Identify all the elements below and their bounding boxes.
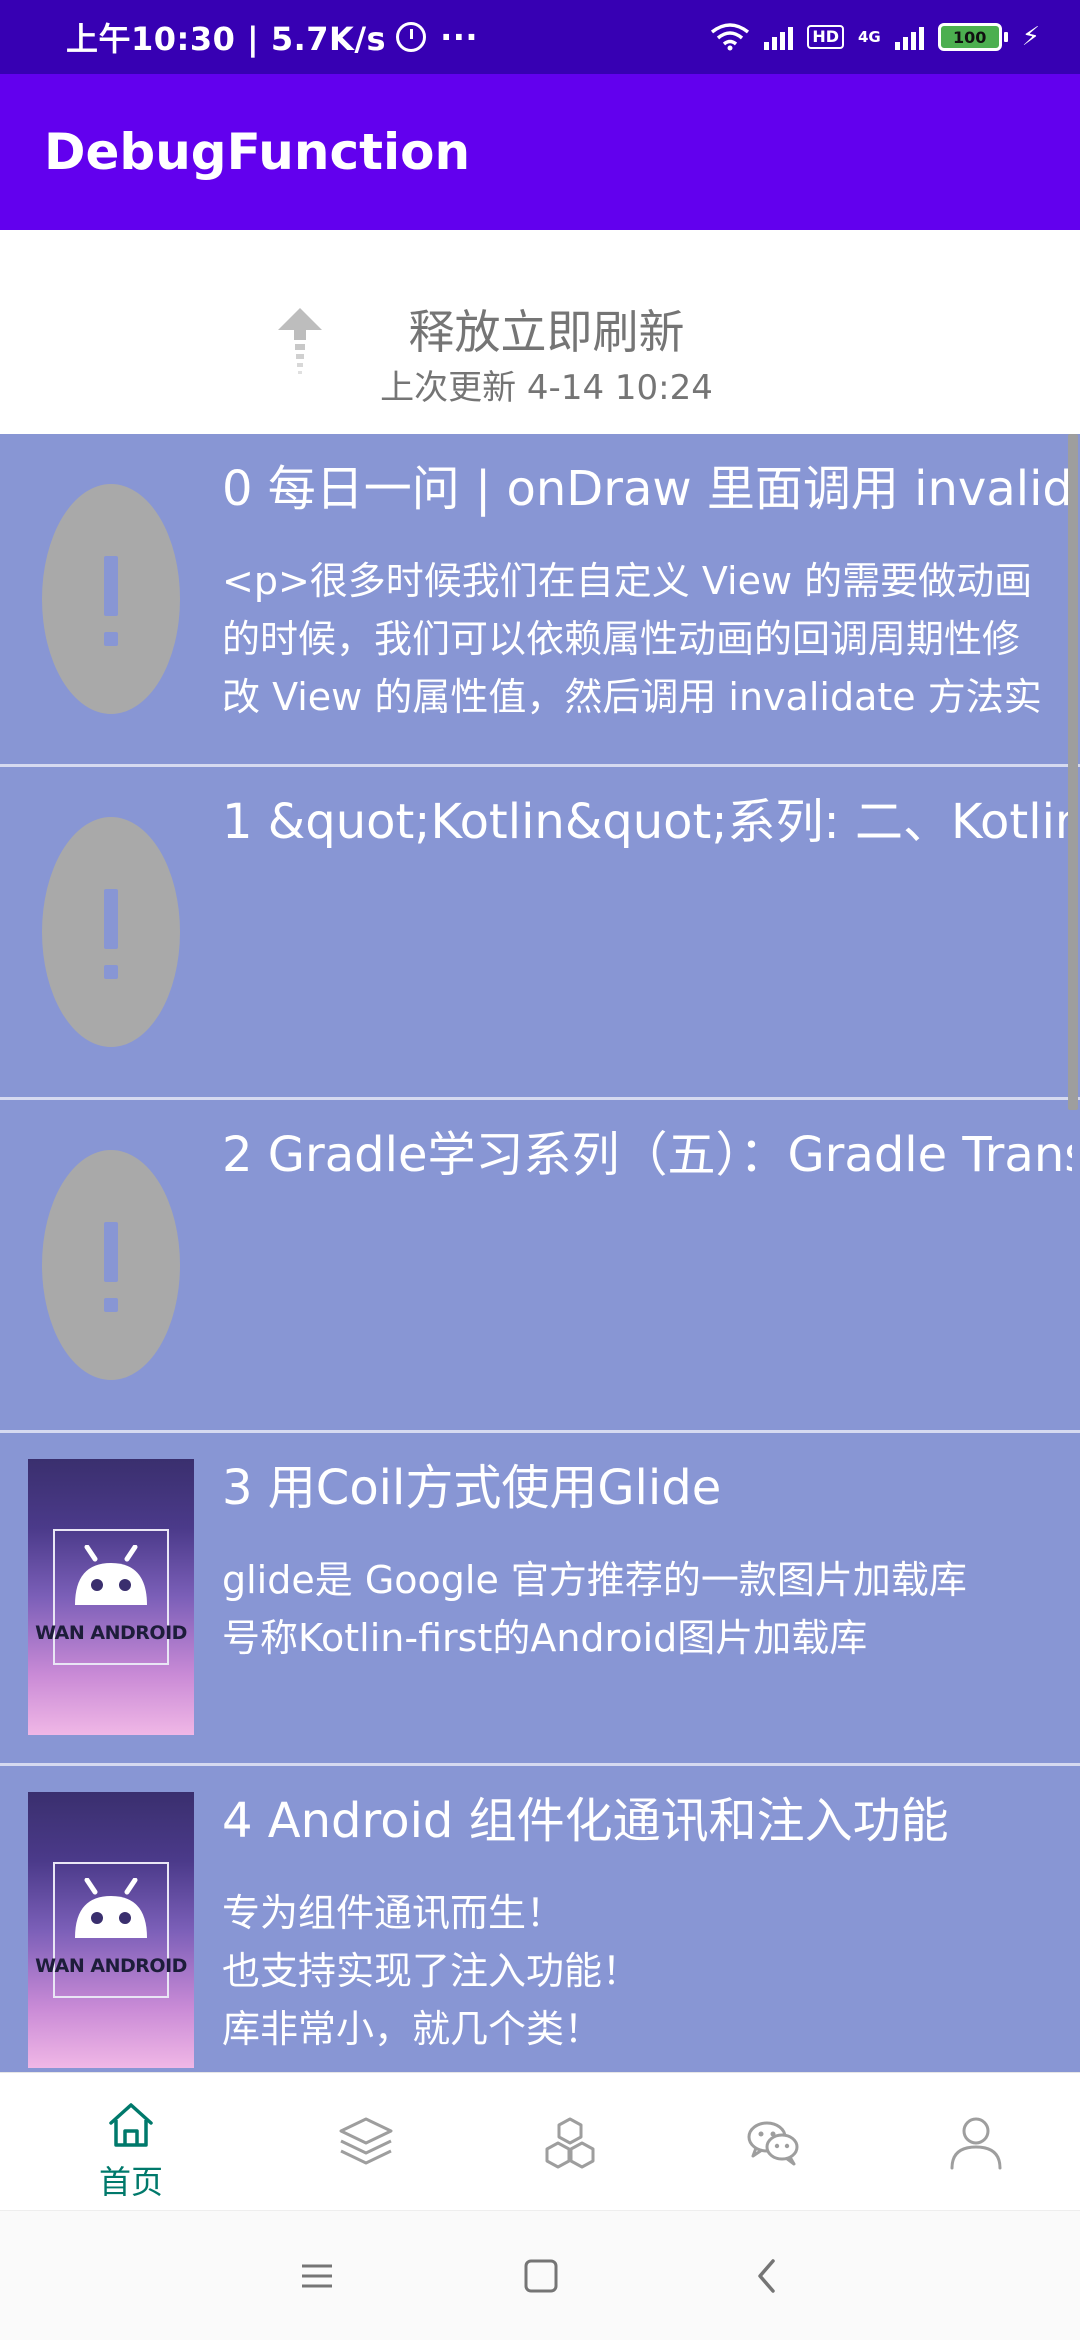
article-list[interactable]: 0 每日一问 | onDraw 里面调用 invalidate 会发生什么 <p…: [0, 434, 1080, 2072]
system-navigation-bar: [0, 2210, 1080, 2340]
refresh-title: 释放立即刷新: [408, 305, 685, 359]
menu-icon[interactable]: [292, 2251, 342, 2301]
nav-tab-wechat[interactable]: [665, 2073, 881, 2211]
app-bar: DebugFunction: [0, 74, 1080, 230]
wechat-icon: [747, 2121, 799, 2166]
image-error-placeholder-icon: [42, 1150, 180, 1380]
network-type: 4G: [857, 28, 881, 46]
article-title: 1 &quot;Kotlin&quot;系列: 二、Kotlin泛型: [222, 794, 1072, 850]
status-left: 上午10:30 | 5.7K/s ···: [66, 0, 478, 74]
image-error-placeholder-icon: [42, 817, 180, 1047]
person-icon: [950, 2117, 1002, 2170]
thumbnail-text: WAN ANDROID: [35, 1622, 187, 1644]
android-robot-icon: [75, 1545, 147, 1605]
list-item[interactable]: 2 Gradle学习系列（五）：Gradle Transform: [0, 1100, 1080, 1433]
list-item[interactable]: WAN ANDROID 4 Android 组件化通讯和注入功能 专为组件通讯而…: [0, 1766, 1080, 2072]
home-icon: [109, 2103, 153, 2147]
list-item[interactable]: WAN ANDROID 3 用Coil方式使用Glide glide是 Goog…: [0, 1433, 1080, 1766]
charging-icon: ⚡: [1021, 22, 1040, 52]
article-title: 4 Android 组件化通讯和注入功能: [222, 1793, 949, 1849]
wifi-icon: [711, 23, 750, 51]
cubes-icon: [545, 2117, 595, 2169]
nav-tab-profile[interactable]: [868, 2073, 1080, 2211]
app-title: DebugFunction: [44, 123, 471, 181]
image-error-placeholder-icon: [42, 484, 180, 714]
bottom-navigation: 首页: [0, 2072, 1080, 2210]
article-title: 2 Gradle学习系列（五）：Gradle Transform: [222, 1127, 1072, 1183]
hd-badge: HD: [807, 25, 844, 49]
more-notifications: ···: [440, 18, 479, 56]
article-title: 0 每日一问 | onDraw 里面调用 invalidate 会发生什么: [222, 461, 1072, 517]
article-desc: <p>很多时候我们在自定义 View 的需要做动画的时候，我们可以依赖属性动画的…: [222, 559, 1042, 719]
battery-icon: 100: [937, 23, 1008, 51]
nav-tab-project[interactable]: [462, 2073, 678, 2211]
android-robot-icon: [75, 1878, 147, 1938]
thumbnail-text: WAN ANDROID: [35, 1955, 187, 1977]
status-time-speed: 上午10:30 | 5.7K/s: [66, 20, 387, 58]
nav-tab-system[interactable]: [258, 2073, 474, 2211]
list-item[interactable]: 1 &quot;Kotlin&quot;系列: 二、Kotlin泛型: [0, 767, 1080, 1100]
status-bar: 上午10:30 | 5.7K/s ··· HD 4G 100 ⚡: [0, 0, 1080, 74]
list-scrollbar[interactable]: [1068, 434, 1078, 1110]
pull-refresh-header: 释放立即刷新 上次更新 4-14 10:24: [0, 230, 1080, 434]
article-thumbnail: WAN ANDROID: [28, 1459, 194, 1735]
battery-level: 100: [953, 27, 987, 47]
signal-icon: [764, 24, 794, 50]
article-thumbnail: WAN ANDROID: [28, 1792, 194, 2068]
article-title: 3 用Coil方式使用Glide: [222, 1460, 722, 1516]
layers-icon: [339, 2117, 393, 2165]
list-item[interactable]: 0 每日一问 | onDraw 里面调用 invalidate 会发生什么 <p…: [0, 434, 1080, 767]
home-square-icon[interactable]: [516, 2251, 566, 2301]
nav-tab-home[interactable]: 首页: [23, 2073, 239, 2211]
signal-4g-icon: [894, 24, 924, 50]
nav-tab-home-label: 首页: [98, 2163, 163, 2201]
alarm-icon: [396, 22, 427, 52]
back-icon[interactable]: [742, 2251, 792, 2301]
refresh-last-updated: 上次更新 4-14 10:24: [380, 368, 713, 408]
article-desc: 专为组件通讯而生！ 也支持实现了注入功能！ 库非常小，就几个类！: [222, 1891, 641, 2051]
article-desc: glide是 Google 官方推荐的一款图片加载库 号称Kotlin-firs…: [222, 1558, 967, 1660]
status-right: HD 4G 100 ⚡: [710, 0, 1040, 74]
